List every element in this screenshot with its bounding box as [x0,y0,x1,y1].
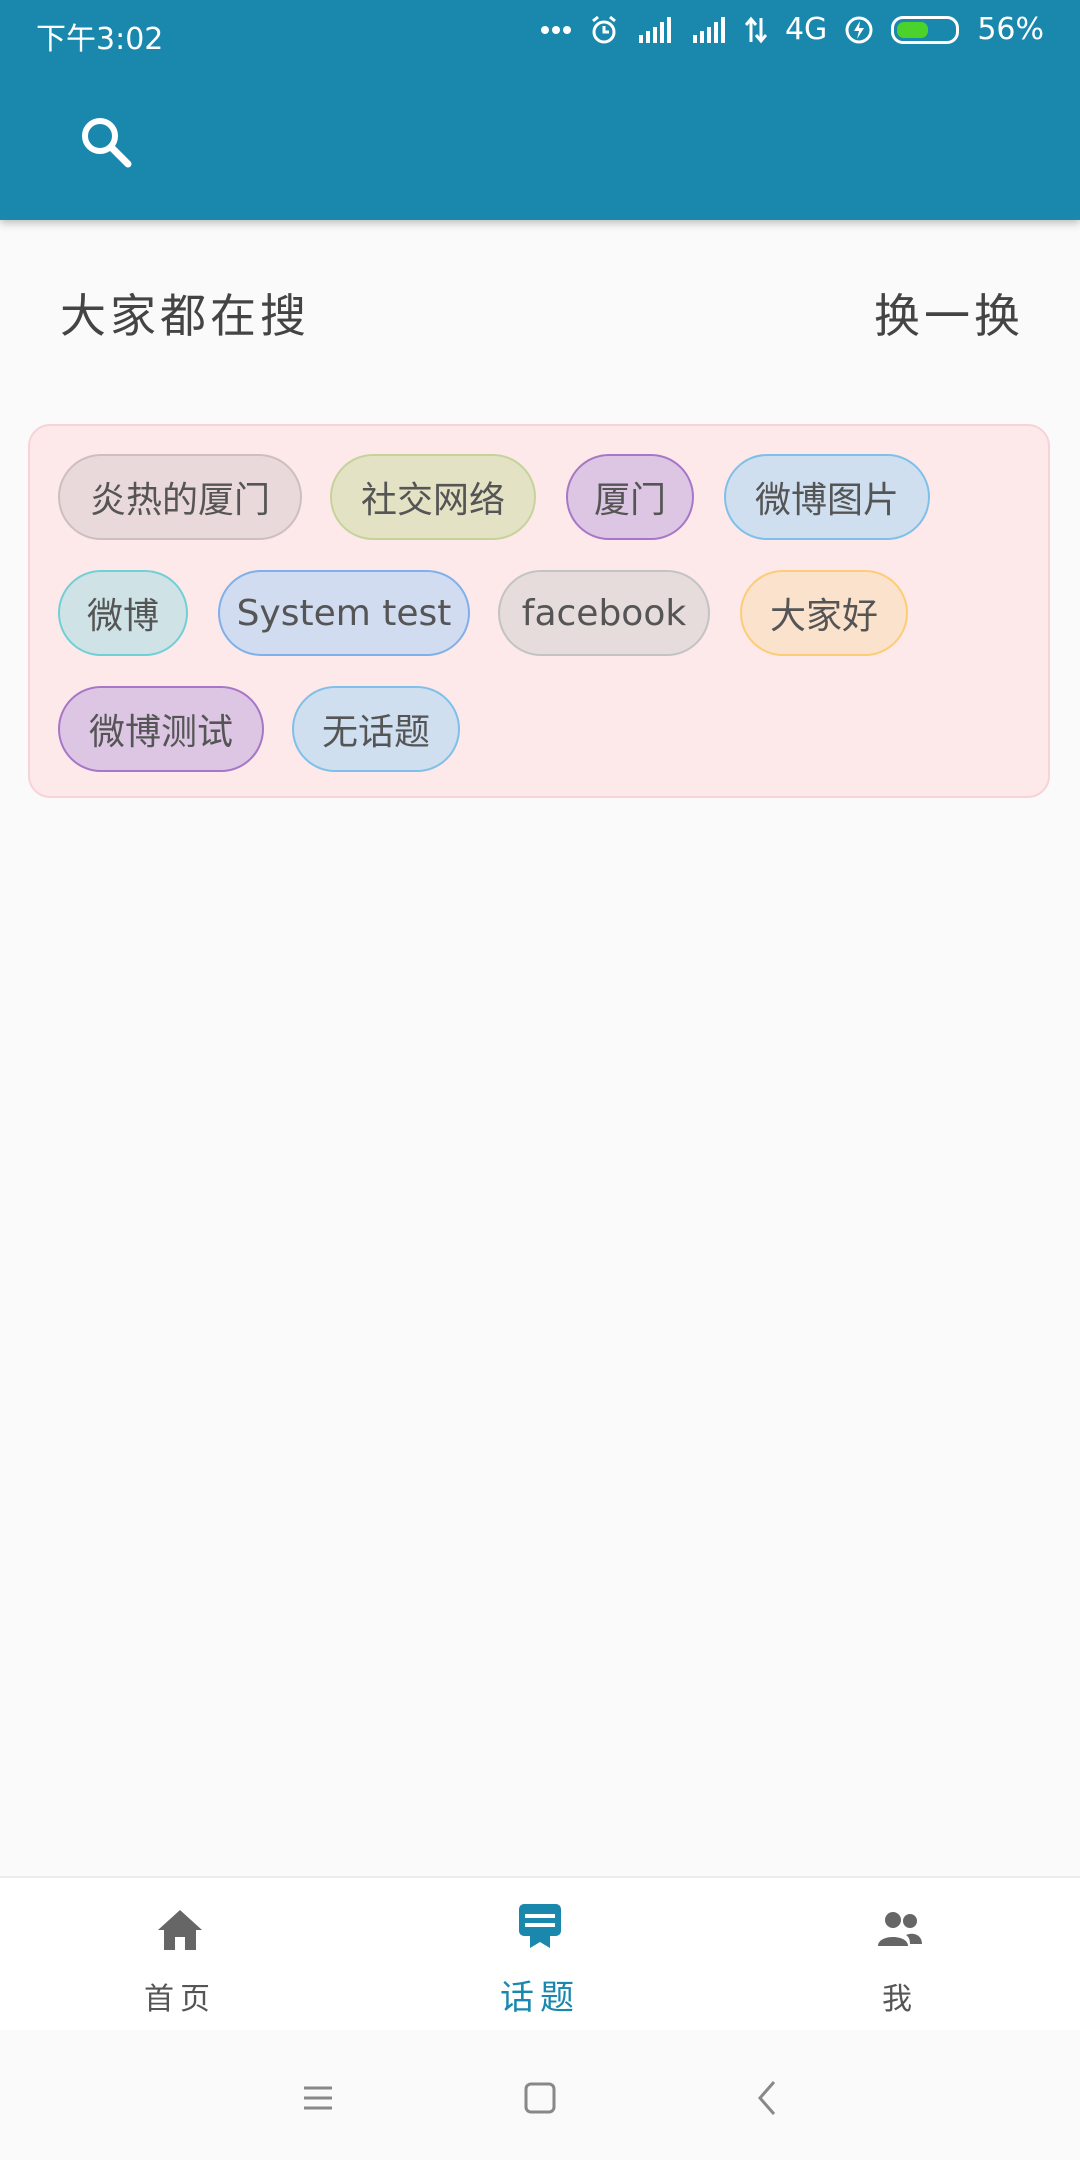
menu-button[interactable] [290,2070,346,2126]
app-bar: 下午3:02 4G 56% [0,0,1080,220]
signal-icon [637,16,673,43]
tag-item[interactable]: facebook [498,570,710,656]
status-bar: 下午3:02 4G 56% [0,0,1080,68]
back-button[interactable] [740,2070,796,2126]
tag-item[interactable]: 无话题 [292,686,460,772]
home-icon [158,1910,202,1950]
tag-panel: 炎热的厦门 社交网络 厦门 微博图片 微博 System test facebo… [28,424,1050,798]
refresh-button[interactable]: 换一换 [874,280,1024,346]
tag-item[interactable]: 微博测试 [58,686,264,772]
system-nav-bar [0,2030,1080,2160]
nav-label-topic: 话题 [500,1978,580,2018]
status-icons: 4G 56% [540,12,1044,47]
search-button[interactable] [78,114,134,170]
tag-item[interactable]: 厦门 [566,454,694,540]
bottom-nav: 首页 话题 我 [0,1876,1080,2032]
signal-icon-2 [691,16,727,43]
battery-percent: 56% [977,12,1044,47]
nav-item-home[interactable]: 首页 [30,1878,330,2030]
alarm-icon [589,15,619,45]
home-system-button[interactable] [512,2070,568,2126]
nav-label-home: 首页 [144,1982,216,2017]
tag-item[interactable]: 微博图片 [724,454,930,540]
more-dots-icon [540,25,571,35]
data-transfer-icon [744,16,767,44]
section-title: 大家都在搜 [60,289,310,343]
back-icon [758,2081,776,2115]
square-icon [524,2082,556,2114]
tag-item[interactable]: System test [218,570,470,656]
tag-item[interactable]: 炎热的厦门 [58,454,302,540]
network-type: 4G [784,12,828,47]
tag-item[interactable]: 大家好 [740,570,908,656]
search-icon [82,118,132,168]
tag-item[interactable]: 社交网络 [330,454,536,540]
nav-item-topic[interactable]: 话题 [390,1878,690,2030]
status-time: 下午3:02 [36,22,164,57]
nav-item-me[interactable]: 我 [750,1878,1050,2030]
people-icon [878,1912,922,1946]
charging-icon [845,16,873,44]
nav-label-me: 我 [882,1982,918,2017]
battery-fill [897,21,929,38]
menu-icon [304,2086,332,2110]
battery-icon [891,15,960,44]
tag-item[interactable]: 微博 [58,570,188,656]
topic-icon [519,1904,561,1948]
